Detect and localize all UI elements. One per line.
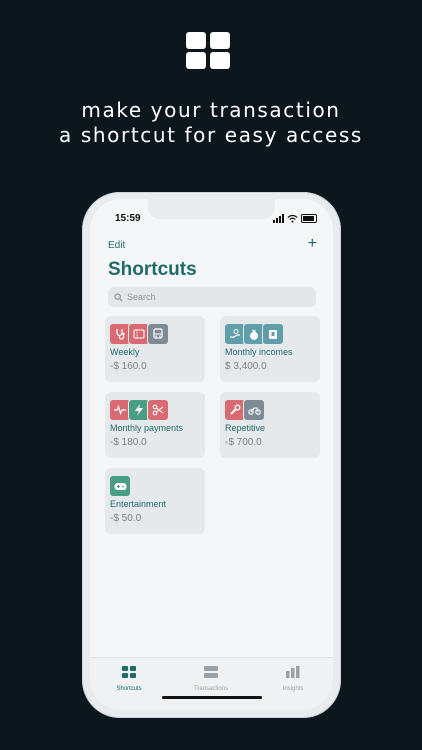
search-placeholder: Search xyxy=(127,292,156,302)
shortcut-card-monthly-incomes[interactable]: Monthly incomes $ 3,400.0 xyxy=(220,316,320,382)
shortcut-card-entertainment[interactable]: Entertainment -$ 50.0 xyxy=(105,468,205,534)
app-screen: 15:59 Edit + Shortcuts Search Weekly -$ … xyxy=(90,199,333,710)
tab-insights[interactable]: Insights xyxy=(258,665,328,692)
shortcut-card-monthly-payments[interactable]: Monthly payments -$ 180.0 xyxy=(105,392,205,458)
bank-icon xyxy=(262,323,284,345)
shortcut-name: Entertainment xyxy=(110,499,167,509)
shortcut-card-weekly[interactable]: Weekly -$ 160.0 xyxy=(105,316,205,382)
tab-shortcuts[interactable]: Shortcuts xyxy=(94,665,164,692)
list-icon xyxy=(204,666,218,678)
shortcut-amount: $ 3,400.0 xyxy=(225,361,267,372)
shortcut-amount: -$ 160.0 xyxy=(110,361,147,372)
motorbike-icon xyxy=(243,399,265,421)
add-shortcut-button[interactable]: + xyxy=(308,235,317,253)
search-icon xyxy=(114,292,123,302)
shortcut-amount: -$ 50.0 xyxy=(110,513,142,524)
wifi-icon xyxy=(287,214,298,223)
headline-line-1: make your transaction xyxy=(81,98,341,122)
tab-label: Transactions xyxy=(193,686,229,692)
headline-line-2: a shortcut for easy access xyxy=(59,123,363,147)
status-time: 15:59 xyxy=(115,213,141,224)
edit-button[interactable]: Edit xyxy=(108,240,125,251)
shortcut-icons xyxy=(109,323,169,345)
bus-icon xyxy=(147,323,169,345)
app-logo xyxy=(186,32,232,70)
shortcut-amount: -$ 180.0 xyxy=(110,437,147,448)
signal-icon xyxy=(273,214,284,223)
bar-chart-icon xyxy=(286,666,300,678)
shortcut-icons xyxy=(109,399,169,421)
shortcut-name: Monthly incomes xyxy=(225,347,293,357)
shortcut-name: Repetitive xyxy=(225,423,266,433)
page-title: Shortcuts xyxy=(108,259,197,280)
tab-transactions[interactable]: Transactions xyxy=(176,665,246,692)
shortcut-card-repetitive[interactable]: Repetitive -$ 700.0 xyxy=(220,392,320,458)
search-input[interactable]: Search xyxy=(108,287,316,307)
shortcut-amount: -$ 700.0 xyxy=(225,437,262,448)
shortcut-name: Weekly xyxy=(110,347,140,357)
shortcut-icons xyxy=(109,475,131,497)
phone-frame: 15:59 Edit + Shortcuts Search Weekly -$ … xyxy=(82,192,341,718)
shortcut-icons xyxy=(224,323,284,345)
shortcut-icons xyxy=(224,399,265,421)
tab-label: Insights xyxy=(282,686,304,692)
scissors-icon xyxy=(147,399,169,421)
home-indicator xyxy=(162,696,262,699)
notch xyxy=(148,199,275,219)
tab-label: Shortcuts xyxy=(116,686,142,692)
gamepad-icon xyxy=(109,475,131,497)
grid-icon xyxy=(122,666,136,678)
headline: make your transaction a shortcut for eas… xyxy=(0,98,422,148)
shortcut-name: Monthly payments xyxy=(110,423,184,433)
battery-icon xyxy=(301,214,317,223)
status-icons xyxy=(273,213,317,223)
tab-bar: Shortcuts Transactions Insights xyxy=(90,657,333,710)
